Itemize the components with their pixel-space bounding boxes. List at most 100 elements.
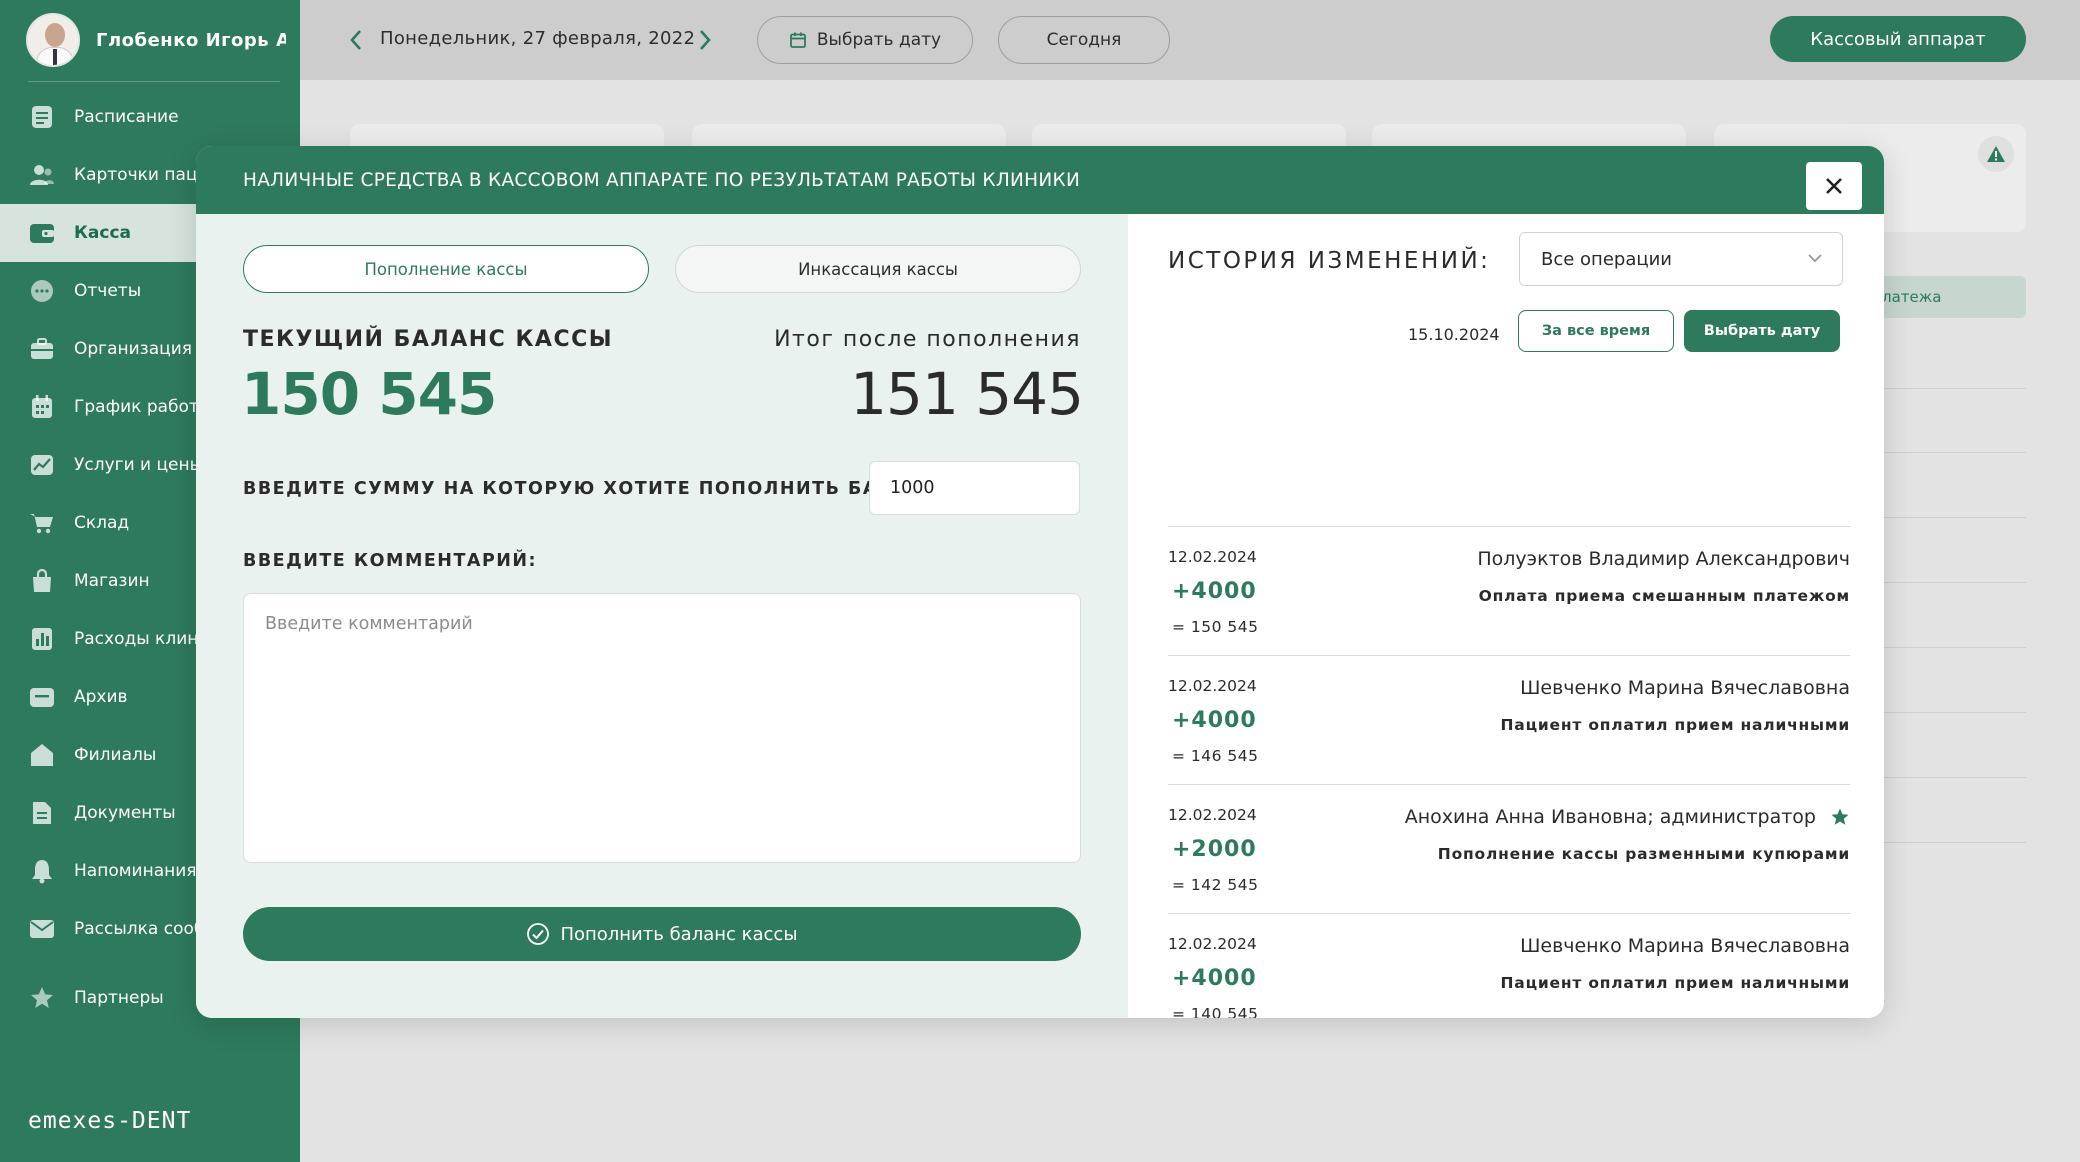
topup-submit-button[interactable]: Пополнить баланс кассы	[243, 907, 1081, 961]
background-divider	[1880, 777, 2026, 778]
background-divider	[1880, 647, 2026, 648]
organization-icon	[28, 335, 56, 363]
history-pick-date-button[interactable]: Выбрать дату	[1684, 310, 1840, 352]
check-circle-icon	[526, 922, 550, 946]
close-icon	[1825, 169, 1843, 203]
history-person: Шевченко Марина Вячеславовна	[1520, 677, 1850, 699]
previous-day-icon[interactable]	[344, 26, 368, 54]
sidebar-item-label: Архив	[74, 687, 128, 707]
next-day-icon[interactable]	[693, 26, 717, 54]
history-amount: +4000	[1172, 966, 1257, 991]
sidebar-item-label: Услуги и цень	[74, 455, 200, 475]
shop-icon	[28, 567, 56, 595]
close-button[interactable]	[1806, 162, 1862, 210]
bell-icon	[28, 857, 56, 885]
today-button[interactable]: Сегодня	[998, 16, 1170, 64]
history-row: 12.02.2024 +4000 = 146 545 Шевченко Марина …	[1168, 655, 1850, 784]
background-divider	[1880, 452, 2026, 453]
calendar-icon	[28, 393, 56, 421]
amount-label: ВВЕДИТЕ СУММУ НА КОТОРУЮ ХОТИТЕ ПОПОЛНИТ…	[243, 479, 948, 499]
background-divider	[1880, 582, 2026, 583]
star-icon	[1830, 807, 1850, 827]
pick-date-button[interactable]: Выбрать дату	[757, 16, 973, 64]
sidebar-item-label: Документы	[74, 803, 176, 823]
sidebar-item-label: Расписание	[74, 107, 179, 127]
operations-filter-value: Все операции	[1541, 248, 1673, 270]
history-row: 12.02.2024 +2000 = 142 545 Анохина Анна Ива…	[1168, 784, 1850, 913]
history-person: Полуэктов Владимир Александрович	[1477, 548, 1850, 570]
schedule-icon	[28, 103, 56, 131]
sidebar-item-label: Напоминания	[74, 861, 197, 881]
sidebar-item-label: Касса	[74, 223, 131, 243]
modal-title: НАЛИЧНЫЕ СРЕДСТВА В КАССОВОМ АППАРАТЕ ПО…	[243, 170, 1081, 191]
history-description: Пациент оплатил прием наличными	[1500, 716, 1850, 734]
sidebar-item-label: Отчеты	[74, 281, 142, 301]
history-person-name: Шевченко Марина Вячеславовна	[1520, 935, 1850, 957]
history-date: 12.02.2024	[1168, 677, 1257, 695]
pick-date-label: Выбрать дату	[816, 30, 942, 50]
current-balance-value: 150 545	[241, 360, 497, 428]
sidebar-divider	[28, 81, 280, 82]
history-amount: +4000	[1172, 708, 1257, 733]
tab-topup[interactable]: Пополнение кассы	[243, 245, 649, 293]
cart-icon	[28, 509, 56, 537]
history-title: ИСТОРИЯ ИЗМЕНЕНИЙ:	[1168, 248, 1491, 274]
history-description: Пополнение кассы разменными купюрами	[1437, 845, 1850, 863]
cash-register-button[interactable]: Кассовый аппарат	[1770, 16, 2026, 62]
tab-collection[interactable]: Инкассация кассы	[675, 245, 1081, 293]
cash-icon	[28, 219, 56, 247]
background-tab: латежа	[1876, 276, 2026, 318]
history-running-total: = 140 545	[1172, 1005, 1259, 1018]
history-person-name: Полуэктов Владимир Александрович	[1477, 548, 1850, 570]
amount-input[interactable]	[869, 461, 1080, 515]
sidebar-item-label: Карточки паци	[74, 165, 209, 185]
history-running-total: = 142 545	[1172, 876, 1259, 894]
sidebar-item-label: График работь	[74, 397, 209, 417]
history-date: 12.02.2024	[1168, 548, 1257, 566]
mail-icon	[28, 915, 56, 943]
balance-after-value: 151 545	[850, 360, 1084, 428]
home-icon	[28, 741, 56, 769]
warning-icon	[1978, 136, 2014, 172]
sidebar-item-schedule[interactable]: Расписание	[0, 88, 300, 146]
star-icon	[28, 984, 56, 1012]
sidebar-item-label: Партнеры	[74, 988, 164, 1008]
history-panel: ИСТОРИЯ ИЗМЕНЕНИЙ: Все операции 15.10.20…	[1128, 214, 1884, 1018]
patients-icon	[28, 161, 56, 189]
history-row: 12.02.2024 +4000 = 150 545 Полуэктов Владим…	[1168, 526, 1850, 655]
all-time-button[interactable]: За все время	[1518, 310, 1674, 352]
current-balance-label: ТЕКУЩИЙ БАЛАНС КАССЫ	[243, 327, 614, 352]
cash-register-modal: НАЛИЧНЫЕ СРЕДСТВА В КАССОВОМ АППАРАТЕ ПО…	[196, 146, 1884, 1018]
history-current-date: 15.10.2024	[1408, 325, 1500, 344]
history-person-name: Шевченко Марина Вячеславовна	[1520, 677, 1850, 699]
current-date-label: Понедельник, 27 февраля, 2022	[380, 28, 696, 49]
sidebar-item-label: Расходы клин	[74, 629, 199, 649]
user-name: Глобенко Игорь А...	[96, 29, 286, 51]
modal-header: НАЛИЧНЫЕ СРЕДСТВА В КАССОВОМ АППАРАТЕ ПО…	[196, 146, 1884, 214]
history-description: Оплата приема смешанным платежом	[1478, 587, 1850, 605]
history-running-total: = 150 545	[1172, 618, 1259, 636]
submit-label: Пополнить баланс кассы	[560, 923, 798, 945]
user-profile[interactable]: Глобенко Игорь А...	[26, 12, 286, 68]
history-date: 12.02.2024	[1168, 935, 1257, 953]
sidebar-item-label: Рассылка сооб	[74, 919, 205, 939]
background-tab-label: латежа	[1882, 288, 1942, 306]
chart-icon	[28, 451, 56, 479]
operations-filter-select[interactable]: Все операции	[1519, 232, 1843, 286]
history-date: 12.02.2024	[1168, 806, 1257, 824]
chevron-down-icon	[1806, 249, 1824, 267]
sidebar-item-label: Склад	[74, 513, 130, 533]
calendar-icon	[789, 31, 807, 49]
history-person-name: Анохина Анна Ивановна; администратор	[1404, 806, 1816, 828]
background-divider	[1880, 842, 2026, 843]
history-amount: +4000	[1172, 579, 1257, 604]
background-divider	[1880, 712, 2026, 713]
comment-field[interactable]	[243, 593, 1081, 863]
topup-panel: Пополнение кассы Инкассация кассы ТЕКУЩИ…	[196, 214, 1128, 1018]
expenses-icon	[28, 625, 56, 653]
history-running-total: = 146 545	[1172, 747, 1259, 765]
history-description: Пациент оплатил прием наличными	[1500, 974, 1850, 992]
sidebar-item-label: Филиалы	[74, 745, 157, 765]
background-divider	[1880, 388, 2026, 389]
balance-after-label: Итог после пополнения	[774, 327, 1081, 352]
